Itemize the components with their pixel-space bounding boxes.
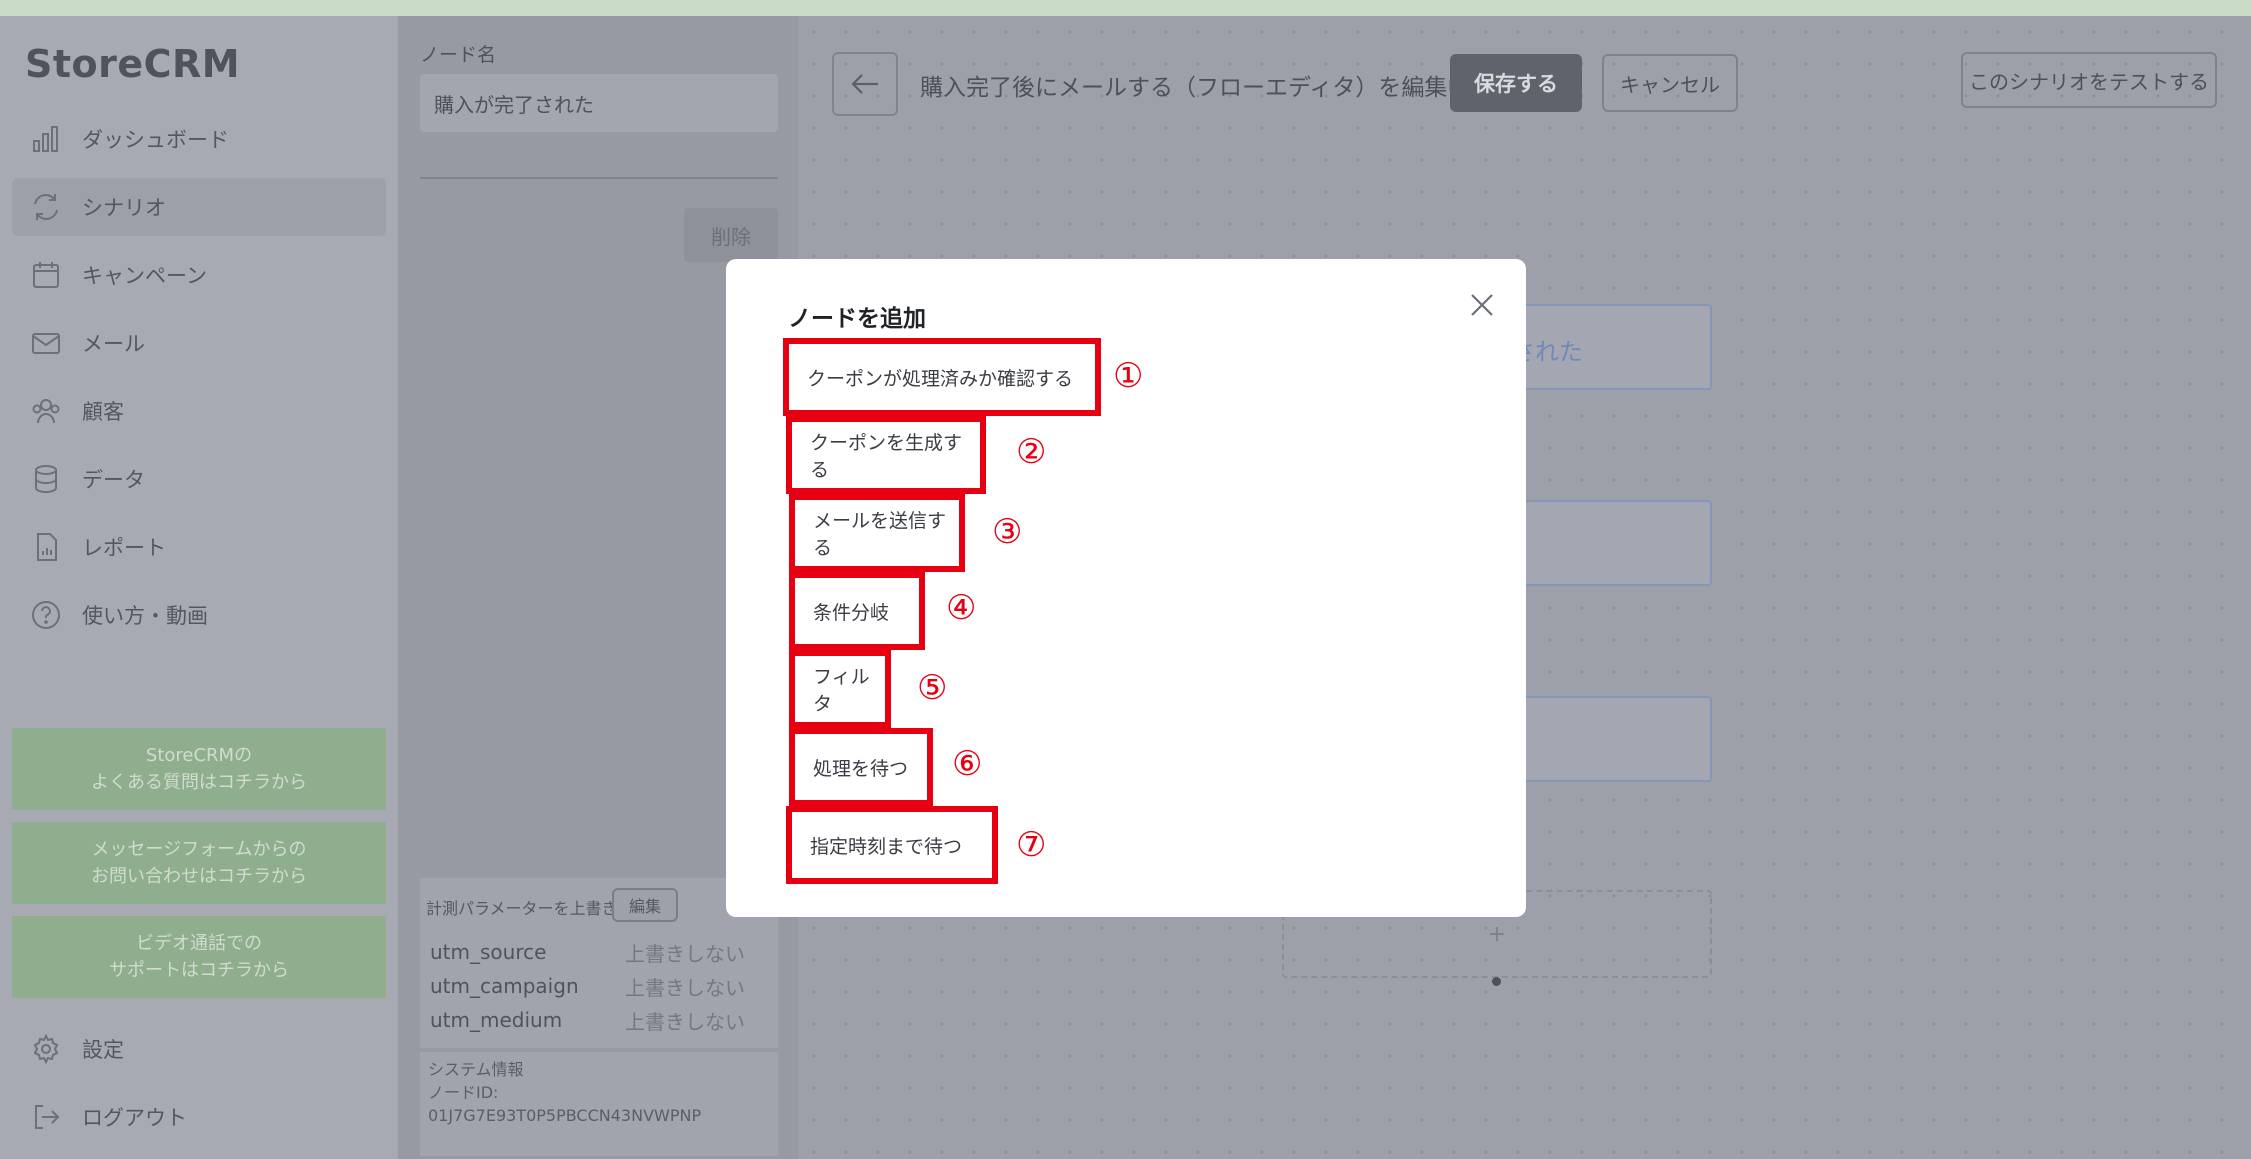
sidebar-item-customers[interactable]: 顧客 [12,382,386,440]
option-wait[interactable]: 処理を待つ [789,728,933,806]
option-send-mail[interactable]: メールを送信する [789,494,965,572]
connector-dot [1492,977,1501,986]
option-label: クーポンが処理済みか確認する [807,367,1074,390]
save-button[interactable]: 保存する [1450,54,1582,112]
faq-line2: よくある質問はコチラから [91,772,307,793]
sidebar-item-label: ログアウト [82,1106,187,1130]
params-box: 計測パラメーターを上書き 編集 utm_source 上書きしない utm_ca… [420,878,778,1048]
test-scenario-button[interactable]: このシナリオをテストする [1961,52,2217,108]
sidebar-item-label: メール [82,332,145,356]
editor-title: 購入完了後にメールする（フローエディタ）を編集中 [920,75,1471,101]
sidebar-item-label: シナリオ [82,196,166,220]
option-label: 指定時刻まで待つ [810,835,963,858]
sidebar-item-logout[interactable]: ログアウト [12,1088,386,1146]
contact-line1: メッセージフォームからの [91,839,307,860]
marker-6: ⑥ [952,744,983,784]
sidebar-item-data[interactable]: データ [12,450,386,508]
help-circle-icon [28,597,64,633]
param-key: utm_source [430,940,547,964]
marker-2: ② [1016,432,1047,472]
sidebar-item-label: ダッシュボード [82,128,229,152]
gear-icon [28,1031,64,1067]
system-info-title: システム情報 [428,1060,524,1079]
calendar-icon [28,257,64,293]
back-button[interactable] [832,52,898,116]
sidebar-item-help[interactable]: 使い方・動画 [12,586,386,644]
cancel-button[interactable]: キャンセル [1602,54,1738,112]
logout-icon [28,1099,64,1135]
param-value: 上書きしない [625,942,745,966]
report-icon [28,529,64,565]
sidebar-item-mail[interactable]: メール [12,314,386,372]
faq-button[interactable]: StoreCRMの よくある質問はコチラから [12,728,386,810]
users-icon [28,393,64,429]
sidebar-item-campaign[interactable]: キャンペーン [12,246,386,304]
modal-title: ノードを追加 [788,306,926,332]
node-name-label: ノード名 [420,44,497,66]
sidebar-item-label: データ [82,468,145,492]
add-node-modal: ノードを追加 クーポンが処理済みか確認する ① クーポンを生成する ② メールを… [726,259,1526,917]
sidebar: StoreCRM ダッシュボード シナリオ キャンペーン メール 顧客 データ … [0,16,398,1159]
option-branch[interactable]: 条件分岐 [789,572,925,650]
video-line1: ビデオ通話での [136,933,262,954]
delete-button[interactable]: 削除 [684,208,778,262]
top-bar [0,0,2251,16]
marker-1: ① [1113,356,1144,396]
params-edit-button[interactable]: 編集 [612,888,678,922]
marker-3: ③ [992,512,1023,552]
sidebar-item-label: 使い方・動画 [82,604,208,628]
param-value: 上書きしない [625,976,745,1000]
sidebar-item-settings[interactable]: 設定 [12,1020,386,1078]
option-label: メールを送信する [813,510,947,559]
sidebar-item-label: レポート [82,536,166,560]
sidebar-item-report[interactable]: レポート [12,518,386,576]
marker-7: ⑦ [1016,825,1047,865]
option-filter[interactable]: フィルタ [789,650,891,728]
faq-line1: StoreCRMの [145,745,253,766]
close-icon[interactable] [1466,289,1498,321]
video-line2: サポートはコチラから [109,960,289,981]
mail-icon [28,325,64,361]
contact-line2: お問い合わせはコチラから [91,866,307,887]
sidebar-item-dashboard[interactable]: ダッシュボード [12,110,386,168]
option-label: 条件分岐 [813,601,890,624]
option-generate-coupon[interactable]: クーポンを生成する [786,416,986,494]
node-name-input[interactable]: 購入が完了された [420,74,778,132]
sidebar-item-label: 設定 [82,1038,124,1062]
plus-icon: + [1487,921,1507,947]
panel-divider [420,177,778,179]
system-info-box: システム情報 ノードID: 01J7G7E93T0P5PBCCN43NVWPNP [420,1052,778,1156]
option-wait-until[interactable]: 指定時刻まで待つ [786,806,998,884]
sidebar-item-label: 顧客 [82,400,124,424]
param-value: 上書きしない [625,1010,745,1034]
contact-form-button[interactable]: メッセージフォームからの お問い合わせはコチラから [12,822,386,904]
app-logo[interactable]: StoreCRM [25,42,240,86]
arrow-left-icon [851,74,878,94]
node-id-value: 01J7G7E93T0P5PBCCN43NVWPNP [428,1106,702,1125]
option-label: クーポンを生成する [810,432,963,481]
sidebar-item-label: キャンペーン [82,264,207,288]
node-id-label: ノードID: [428,1083,499,1102]
database-icon [28,461,64,497]
option-check-coupon[interactable]: クーポンが処理済みか確認する [783,338,1101,416]
refresh-icon [28,189,64,225]
option-label: フィルタ [813,666,870,715]
bar-chart-icon [28,121,64,157]
sidebar-item-scenario[interactable]: シナリオ [12,178,386,236]
video-support-button[interactable]: ビデオ通話での サポートはコチラから [12,916,386,998]
param-key: utm_medium [430,1008,563,1032]
params-title: 計測パラメーターを上書き [426,899,618,918]
marker-4: ④ [946,588,977,628]
param-key: utm_campaign [430,974,579,998]
option-label: 処理を待つ [813,757,909,780]
marker-5: ⑤ [917,668,948,708]
